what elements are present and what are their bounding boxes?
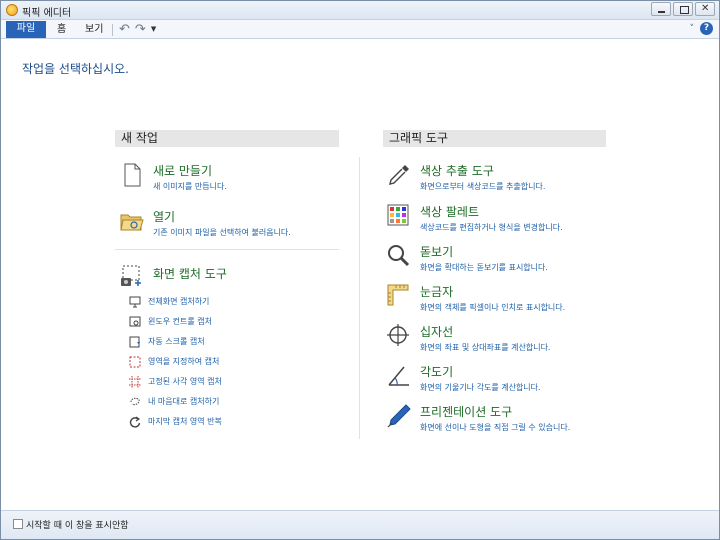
collapse-ribbon-icon[interactable]: ˅ (690, 24, 695, 34)
capture-fullscreen-item[interactable]: 전체화면 캡처하기 (129, 295, 289, 309)
ruler-item[interactable]: 눈금자 화면의 객체를 픽셀이나 인치로 표시합니다. (386, 283, 611, 317)
graphic-tools-header: 그래픽 도구 (383, 130, 606, 147)
screen-capture-title: 화면 캡처 도구 (153, 267, 227, 281)
color-picker-item[interactable]: 색상 추출 도구 화면으로부터 색상코드를 추출합니다. (386, 162, 611, 196)
dont-show-on-startup-checkbox[interactable] (13, 519, 23, 529)
protractor-item[interactable]: 각도기 화면의 기울기나 각도를 계산합니다. (386, 363, 611, 397)
new-document-item[interactable]: 새로 만들기 새 이미지를 만듭니다. (119, 162, 339, 196)
new-document-title: 새로 만들기 (153, 164, 213, 178)
start-page: 작업을 선택하십시오. 새 작업 그래픽 도구 새로 만들기 새 이미지를 만듭… (1, 40, 719, 510)
region-icon (129, 356, 141, 368)
new-task-header: 새 작업 (115, 130, 339, 147)
repeat-icon (129, 416, 141, 428)
ruler-desc: 화면의 객체를 픽셀이나 인치로 표시합니다. (420, 303, 566, 312)
protractor-desc: 화면의 기울기나 각도를 계산합니다. (420, 383, 541, 392)
capture-window-control-item[interactable]: 윈도우 컨트롤 캡처 (129, 315, 289, 329)
magnifier-item[interactable]: 돋보기 화면을 확대하는 돋보기를 표시합니다. (386, 243, 611, 277)
presentation-tool-item[interactable]: 프리젠테이션 도구 화면에 선이나 도형을 직접 그릴 수 있습니다. (386, 403, 611, 437)
capture-freehand-item[interactable]: 내 마음대로 캡처하기 (129, 395, 289, 409)
open-folder-icon (120, 214, 144, 231)
eyedropper-icon (389, 165, 409, 185)
status-bar: 시작할 때 이 창을 표시안함 (1, 510, 719, 539)
undo-icon[interactable]: ↶ (119, 21, 130, 38)
capture-fixed-region-item[interactable]: 고정된 사각 영역 캡처 (129, 375, 289, 389)
capture-auto-scroll-label: 자동 스크롤 캡처 (148, 337, 205, 346)
crosshair-desc: 화면의 좌표 및 상대좌표를 계산합니다. (420, 343, 551, 352)
color-picker-title: 색상 추출 도구 (420, 164, 494, 178)
crosshair-title: 십자선 (420, 325, 454, 339)
editor-window: 픽픽 에디터 파일 홈 보기 ↶ ↷ ▼ ˅ ? 작업을 선택하십시오. 새 작… (0, 0, 720, 540)
quick-access-toolbar: ↶ ↷ ▼ (112, 21, 156, 38)
capture-auto-scroll-item[interactable]: 자동 스크롤 캡처 (129, 335, 289, 349)
window-controls (651, 2, 715, 16)
pen-icon (387, 404, 411, 428)
magnifier-title: 돋보기 (420, 245, 454, 259)
minimize-button[interactable] (651, 2, 671, 16)
presentation-tool-desc: 화면에 선이나 도형을 직접 그릴 수 있습니다. (420, 423, 571, 432)
ribbon-tab-bar: 파일 홈 보기 ↶ ↷ ▼ ˅ ? (1, 20, 719, 39)
customize-dropdown-icon[interactable]: ▼ (151, 21, 156, 38)
capture-fullscreen-label: 전체화면 캡처하기 (148, 297, 210, 306)
dont-show-on-startup-label[interactable]: 시작할 때 이 창을 표시안함 (26, 518, 129, 531)
column-divider (359, 157, 360, 439)
ruler-icon (387, 284, 409, 306)
color-palette-desc: 색상코드를 편집하거나 형식을 변경합니다. (420, 223, 563, 232)
screen-capture-icon (121, 265, 141, 286)
new-document-icon (124, 163, 141, 187)
presentation-tool-title: 프리젠테이션 도구 (420, 405, 513, 419)
fixed-region-icon (129, 376, 141, 388)
scroll-icon (129, 336, 140, 348)
magnifier-desc: 화면을 확대하는 돋보기를 표시합니다. (420, 263, 548, 272)
capture-repeat-label: 마지막 캡처 영역 반복 (148, 417, 222, 426)
palette-icon (387, 204, 409, 226)
close-button[interactable] (695, 2, 715, 16)
help-icon[interactable]: ? (700, 22, 713, 35)
title-bar: 픽픽 에디터 (1, 1, 719, 20)
color-picker-desc: 화면으로부터 색상코드를 추출합니다. (420, 182, 546, 191)
magnifier-icon (388, 245, 410, 267)
window-title: 픽픽 에디터 (22, 8, 72, 19)
app-logo-icon (6, 4, 18, 16)
tab-home[interactable]: 홈 (49, 22, 74, 38)
ribbon-right-controls: ˅ ? (690, 22, 713, 35)
tab-view[interactable]: 보기 (77, 22, 111, 38)
capture-region-label: 영역을 지정하여 캡처 (148, 357, 220, 366)
freehand-icon (130, 397, 140, 406)
open-title: 열기 (153, 210, 176, 224)
protractor-title: 각도기 (420, 365, 454, 379)
capture-fixed-region-label: 고정된 사각 영역 캡처 (148, 377, 222, 386)
monitor-icon (129, 296, 141, 308)
section-divider (115, 249, 339, 250)
protractor-icon (388, 366, 409, 386)
tab-file[interactable]: 파일 (6, 21, 46, 38)
maximize-button[interactable] (673, 2, 693, 16)
color-palette-title: 색상 팔레트 (420, 205, 480, 219)
capture-window-control-label: 윈도우 컨트롤 캡처 (148, 317, 212, 326)
instruction-text: 작업을 선택하십시오. (22, 62, 129, 76)
color-palette-item[interactable]: 색상 팔레트 색상코드를 편집하거나 형식을 변경합니다. (386, 203, 611, 237)
toolbar-divider (112, 23, 113, 36)
capture-freehand-label: 내 마음대로 캡처하기 (148, 397, 220, 406)
screen-capture-item[interactable]: 화면 캡처 도구 (119, 263, 339, 289)
new-document-desc: 새 이미지를 만듭니다. (153, 182, 227, 191)
open-item[interactable]: 열기 기존 이미지 파일을 선택하여 불러옵니다. (119, 208, 339, 242)
capture-repeat-item[interactable]: 마지막 캡처 영역 반복 (129, 415, 289, 429)
window-control-icon (129, 316, 141, 327)
open-desc: 기존 이미지 파일을 선택하여 불러옵니다. (153, 228, 291, 237)
crosshair-icon (387, 324, 409, 346)
redo-icon[interactable]: ↷ (135, 21, 146, 38)
crosshair-item[interactable]: 십자선 화면의 좌표 및 상대좌표를 계산합니다. (386, 323, 611, 357)
capture-region-item[interactable]: 영역을 지정하여 캡처 (129, 355, 289, 369)
ruler-title: 눈금자 (420, 285, 454, 299)
